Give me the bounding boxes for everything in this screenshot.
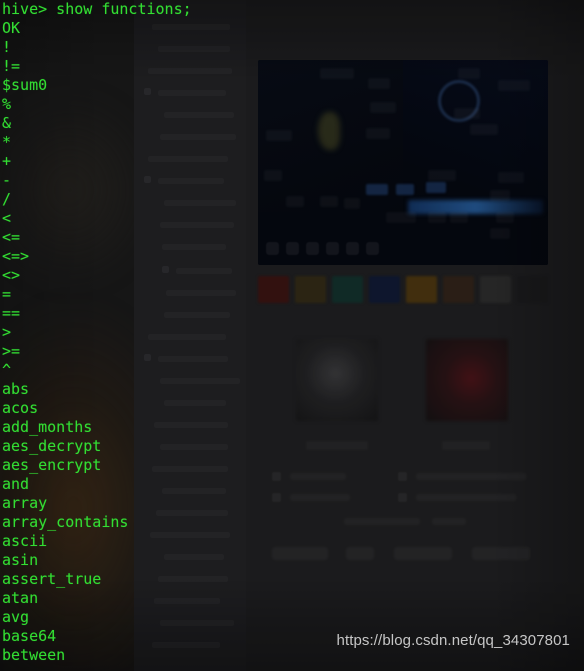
terminal-line: <> xyxy=(2,266,21,284)
terminal-line: + xyxy=(2,152,12,170)
terminal-line: add_months xyxy=(2,418,93,436)
terminal-line: avg xyxy=(2,608,30,626)
terminal-line: ! xyxy=(2,38,12,56)
terminal-line: and xyxy=(2,475,30,493)
terminal-window[interactable]: hive> show functions; OK ! != $sum0 % & … xyxy=(0,0,584,671)
terminal-line: ascii xyxy=(2,532,48,550)
watermark-url: https://blog.csdn.net/qq_34307801 xyxy=(336,632,570,649)
terminal-line: assert_true xyxy=(2,570,102,588)
terminal-line: / xyxy=(2,190,12,208)
terminal-line: OK xyxy=(2,19,21,37)
terminal-line: <=> xyxy=(2,247,30,265)
terminal-line: atan xyxy=(2,589,39,607)
terminal-line: aes_decrypt xyxy=(2,437,102,455)
terminal-line: % xyxy=(2,95,12,113)
terminal-line: base64 xyxy=(2,627,57,645)
terminal-line: abs xyxy=(2,380,30,398)
terminal-line: $sum0 xyxy=(2,76,48,94)
terminal-line: & xyxy=(2,114,12,132)
terminal-line: - xyxy=(2,171,12,189)
terminal-line: < xyxy=(2,209,12,227)
terminal-line: aes_encrypt xyxy=(2,456,102,474)
terminal-line: asin xyxy=(2,551,39,569)
terminal-line: array_contains xyxy=(2,513,129,531)
terminal-line: <= xyxy=(2,228,21,246)
terminal-line: * xyxy=(2,133,12,151)
screenshot-root: hive> show functions; OK ! != $sum0 % & … xyxy=(0,0,584,671)
terminal-line: != xyxy=(2,57,21,75)
terminal-line: == xyxy=(2,304,21,322)
terminal-line: acos xyxy=(2,399,39,417)
terminal-line: > xyxy=(2,323,12,341)
terminal-line: between xyxy=(2,646,66,664)
terminal-line: = xyxy=(2,285,12,303)
terminal-line: hive> show functions; xyxy=(2,0,192,18)
terminal-line: >= xyxy=(2,342,21,360)
terminal-line: array xyxy=(2,494,48,512)
terminal-line: ^ xyxy=(2,361,12,379)
